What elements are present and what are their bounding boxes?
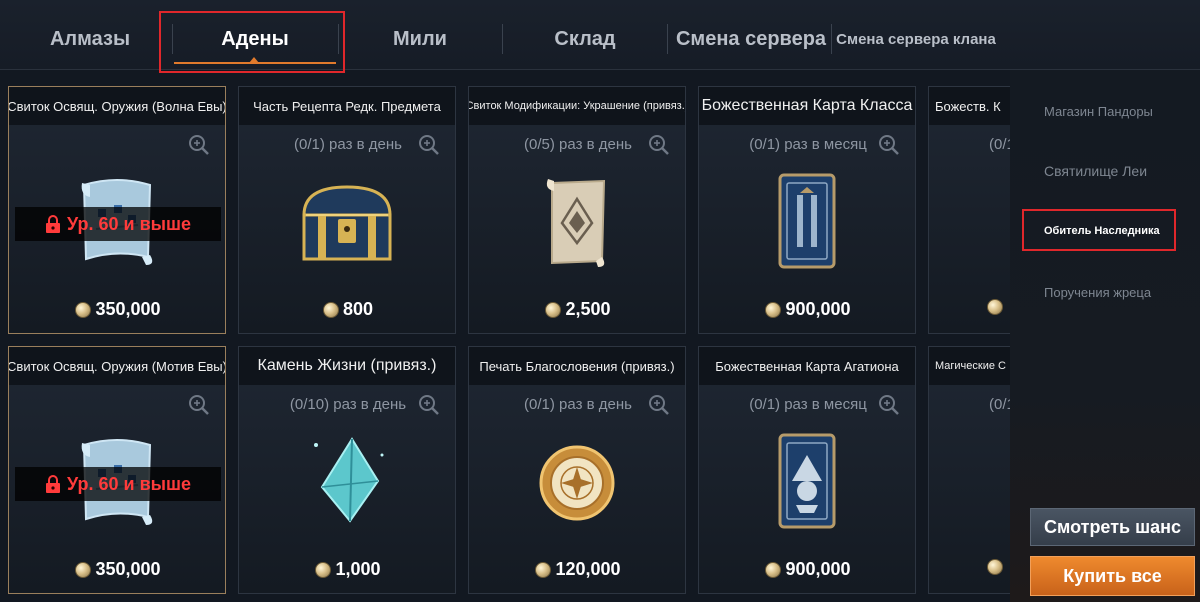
tab-divider	[172, 24, 173, 54]
chest-icon	[302, 185, 392, 261]
item-price: 900,000	[699, 559, 917, 580]
view-chance-button[interactable]: Смотреть шанс	[1030, 508, 1195, 546]
level-lock-banner: Ур. 60 и выше	[15, 207, 221, 241]
item-card[interactable]: Свиток Освящ. Оружия (Волна Евы) Ур. 60 …	[8, 86, 226, 334]
adena-coin-icon	[75, 561, 92, 578]
item-card[interactable]: Свиток Освящ. Оружия (Мотив Евы) Ур. 60 …	[8, 346, 226, 594]
adena-coin-icon	[75, 301, 92, 318]
zoom-icon[interactable]	[417, 133, 441, 157]
item-card-partial[interactable]: Божеств. К (0/1	[928, 86, 1010, 334]
card-icon	[778, 433, 836, 529]
item-title: Часть Рецепта Редк. Предмета	[239, 87, 455, 125]
item-grid: Свиток Освящ. Оружия (Волна Евы) Ур. 60 …	[0, 70, 1010, 602]
item-price	[929, 559, 1010, 575]
side-item-leia-sanctuary[interactable]: Святилище Леи	[1010, 163, 1200, 179]
seal-icon	[539, 445, 615, 521]
zoom-icon[interactable]	[417, 393, 441, 417]
item-card[interactable]: Божественная Карта Класса (0/1) раз в ме…	[698, 86, 916, 334]
crystal-icon	[314, 437, 384, 523]
tab-divider	[831, 24, 832, 54]
adena-coin-icon	[322, 301, 339, 318]
zoom-icon[interactable]	[647, 393, 671, 417]
item-price: 1,000	[239, 559, 457, 580]
price-value: 900,000	[785, 299, 851, 319]
tab-divider	[502, 24, 503, 54]
price-value: 350,000	[95, 559, 161, 579]
item-card[interactable]: Печать Благословения (привяз.) (0/1) раз…	[468, 346, 686, 594]
item-card[interactable]: Камень Жизни (привяз.) (0/10) раз в день…	[238, 346, 456, 594]
zoom-icon[interactable]	[877, 393, 901, 417]
parchment-icon	[546, 179, 606, 267]
item-title: Свиток Освящ. Оружия (Мотив Евы)	[9, 347, 225, 385]
price-value: 1,000	[335, 559, 381, 579]
item-price: 800	[239, 299, 457, 320]
lock-icon	[45, 215, 60, 233]
item-card-partial[interactable]: Магические С (0/1	[928, 346, 1010, 594]
side-item-heir-abode[interactable]: Обитель Наследника	[1010, 225, 1200, 237]
tab-clan-server-change[interactable]: Смена сервера клана	[836, 16, 996, 62]
zoom-icon[interactable]	[187, 133, 211, 157]
item-price	[929, 299, 1010, 315]
item-price: 350,000	[9, 559, 227, 580]
adena-coin-icon	[315, 561, 332, 578]
zoom-icon[interactable]	[187, 393, 211, 417]
tab-server-change[interactable]: Смена сервера	[672, 16, 830, 62]
adena-coin-icon	[545, 301, 562, 318]
adena-coin-icon	[987, 559, 1003, 575]
buy-all-button[interactable]: Купить все	[1030, 556, 1195, 596]
price-value: 120,000	[555, 559, 621, 579]
price-value: 800	[342, 299, 374, 319]
item-title: Печать Благословения (привяз.)	[469, 347, 685, 385]
item-title: Божественная Карта Класса	[699, 87, 915, 125]
item-title: Камень Жизни (привяз.)	[239, 347, 455, 385]
item-price: 120,000	[469, 559, 687, 580]
adena-coin-icon	[987, 299, 1003, 315]
item-price: 900,000	[699, 299, 917, 320]
item-price: 350,000	[9, 299, 227, 320]
tab-miles[interactable]: Мили	[340, 16, 500, 62]
adena-coin-icon	[765, 301, 782, 318]
tab-warehouse[interactable]: Склад	[504, 16, 666, 62]
zoom-icon[interactable]	[647, 133, 671, 157]
item-title: Божественная Карта Агатиона	[699, 347, 915, 385]
shop-tab-bar: Алмазы Адены Мили Склад Смена сервера См…	[0, 0, 1200, 70]
level-lock-banner: Ур. 60 и выше	[15, 467, 221, 501]
item-card[interactable]: Часть Рецепта Редк. Предмета (0/1) раз в…	[238, 86, 456, 334]
tab-adena[interactable]: Адены	[174, 16, 336, 62]
side-item-priest-quests[interactable]: Поручения жреца	[1010, 285, 1200, 300]
side-item-pandora-shop[interactable]: Магазин Пандоры	[1010, 104, 1200, 119]
adena-coin-icon	[535, 561, 552, 578]
item-title: Магические С	[929, 347, 1010, 385]
tab-divider	[338, 24, 339, 54]
tab-divider	[667, 24, 668, 54]
adena-coin-icon	[765, 561, 782, 578]
lock-icon	[45, 475, 60, 493]
price-value: 2,500	[565, 299, 611, 319]
tab-diamonds[interactable]: Алмазы	[20, 16, 160, 62]
item-price: 2,500	[469, 299, 687, 320]
item-card[interactable]: Свиток Модификации: Украшение (привяз.) …	[468, 86, 686, 334]
lock-level-text: Ур. 60 и выше	[66, 473, 192, 494]
item-title: Свиток Модификации: Украшение (привяз.)	[469, 87, 685, 125]
card-icon	[778, 173, 836, 269]
price-value: 350,000	[95, 299, 161, 319]
item-title: Божеств. К	[929, 87, 1010, 125]
purchase-limit: (0/1	[989, 396, 1010, 413]
zoom-icon[interactable]	[877, 133, 901, 157]
price-value: 900,000	[785, 559, 851, 579]
active-tab-caret-icon	[249, 57, 259, 63]
lock-level-text: Ур. 60 и выше	[66, 213, 192, 234]
purchase-limit: (0/1	[989, 136, 1010, 153]
item-card[interactable]: Божественная Карта Агатиона (0/1) раз в …	[698, 346, 916, 594]
item-title: Свиток Освящ. Оружия (Волна Евы)	[9, 87, 225, 125]
